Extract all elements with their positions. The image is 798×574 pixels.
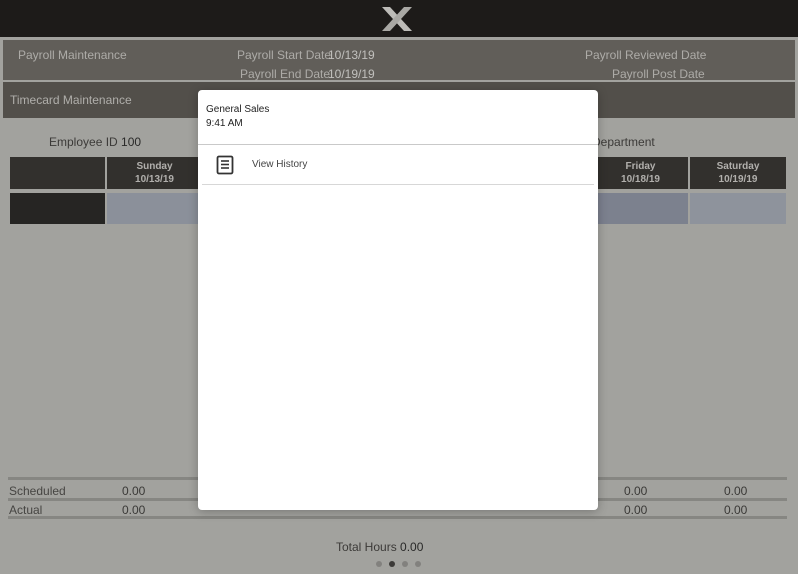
top-bar [0,0,798,37]
view-history-label: View History [252,159,308,170]
popover-title: General Sales [206,104,270,115]
popover-divider [198,144,598,145]
document-list-icon [216,155,234,175]
popover-divider [202,184,594,185]
x-logo-icon [382,7,412,31]
popover-time: 9:41 AM [206,118,243,129]
transaction-popover: General Sales 9:41 AM View History [198,90,598,510]
view-history-button[interactable]: View History [202,146,594,184]
